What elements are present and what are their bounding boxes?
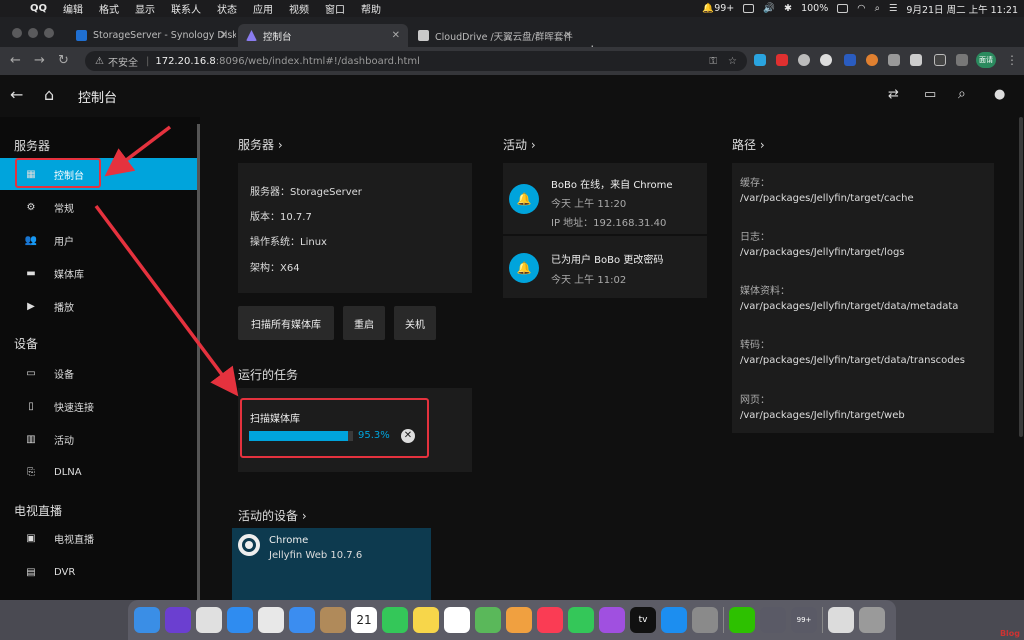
dock-music-icon[interactable] [537, 607, 563, 633]
dock-launchpad-icon[interactable] [196, 607, 222, 633]
arrow-to-dashboard [104, 125, 172, 177]
macos-dock: 21 tv 99+ [128, 600, 896, 640]
dock-notes-icon[interactable] [413, 607, 439, 633]
dock-workflow-icon[interactable] [760, 607, 786, 633]
dock-system-preferences-icon[interactable] [692, 607, 718, 633]
dock-trash-icon[interactable] [859, 607, 885, 633]
dock-tv-icon[interactable]: tv [630, 607, 656, 633]
dock-chrome-icon[interactable] [258, 607, 284, 633]
annotation-arrows [94, 125, 239, 397]
dock-app-store-icon[interactable] [661, 607, 687, 633]
dock-separator [723, 607, 724, 633]
dock-safari-icon[interactable] [227, 607, 253, 633]
dock-finder-icon[interactable] [134, 607, 160, 633]
dock-maps-icon[interactable] [475, 607, 501, 633]
dock-siri-icon[interactable] [165, 607, 191, 633]
dock-mail-icon[interactable] [289, 607, 315, 633]
dock-preview-icon[interactable] [828, 607, 854, 633]
dock-podcasts-icon[interactable] [599, 607, 625, 633]
dock-photos-icon[interactable] [506, 607, 532, 633]
watermark: Blog [999, 629, 1020, 638]
dock-qq-icon[interactable]: 99+ [791, 607, 817, 633]
dock-separator [822, 607, 823, 633]
dock-reminders-icon[interactable] [444, 607, 470, 633]
dock-wechat-icon[interactable] [729, 607, 755, 633]
dock-calendar-icon[interactable]: 21 [351, 607, 377, 633]
arrow-to-task [94, 204, 239, 397]
dock-contacts-icon[interactable] [320, 607, 346, 633]
dock-messages-icon[interactable] [382, 607, 408, 633]
dock-facetime-icon[interactable] [568, 607, 594, 633]
